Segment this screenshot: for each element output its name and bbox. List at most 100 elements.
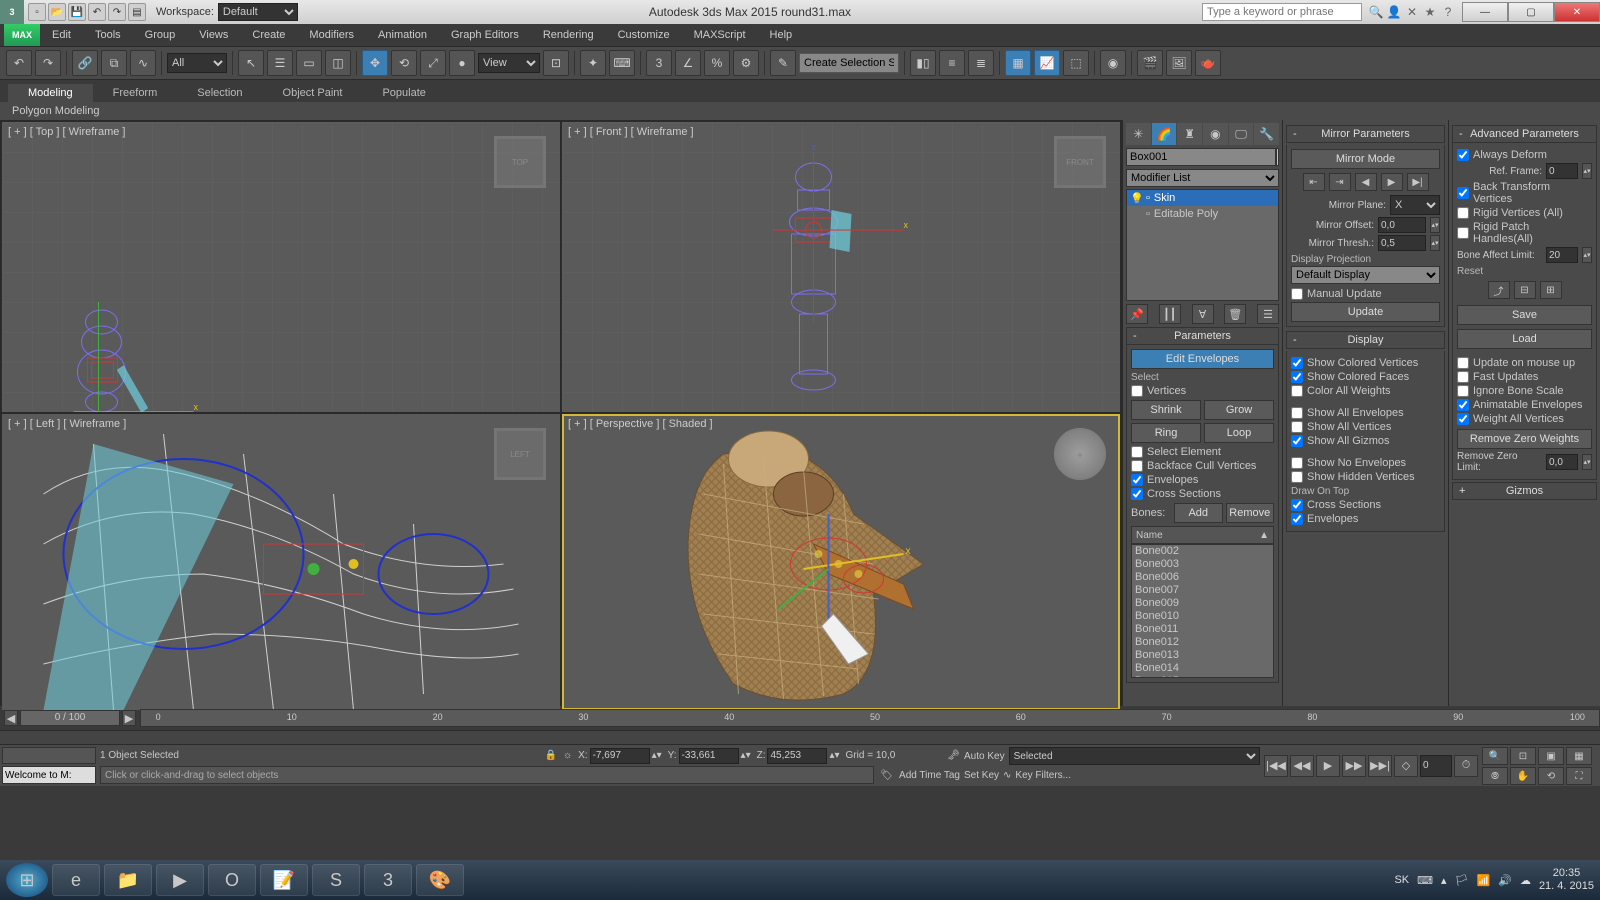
show-colored-verts-checkbox[interactable]: Show Colored Vertices bbox=[1291, 357, 1440, 369]
qat-undo-icon[interactable]: ↶ bbox=[88, 3, 106, 21]
show-hidden-verts-checkbox[interactable]: Show Hidden Vertices bbox=[1291, 471, 1440, 483]
display-rollout-header[interactable]: -Display bbox=[1286, 331, 1445, 349]
list-item[interactable]: Bone007 bbox=[1132, 584, 1273, 597]
select-element-checkbox[interactable]: Select Element bbox=[1131, 446, 1274, 458]
gizmos-rollout-header[interactable]: +Gizmos bbox=[1452, 482, 1597, 500]
bone-list[interactable]: Bone002 Bone003 Bone006 Bone007 Bone009 … bbox=[1131, 544, 1274, 678]
reset-env-icon[interactable]: ⊞ bbox=[1540, 281, 1562, 299]
tray-chevron-icon[interactable]: ▴ bbox=[1441, 874, 1447, 887]
fov-icon[interactable]: ⦾ bbox=[1482, 767, 1508, 785]
window-crossing-button[interactable]: ◫ bbox=[325, 50, 351, 76]
mirror-offset-input[interactable] bbox=[1378, 217, 1426, 233]
add-time-tag[interactable]: Add Time Tag bbox=[899, 770, 960, 781]
layers-button[interactable]: ≣ bbox=[968, 50, 994, 76]
percent-snap-button[interactable]: % bbox=[704, 50, 730, 76]
edit-envelopes-button[interactable]: Edit Envelopes bbox=[1131, 349, 1274, 369]
select-name-button[interactable]: ☰ bbox=[267, 50, 293, 76]
spinner-icon[interactable]: ▴▾ bbox=[1582, 454, 1592, 470]
redo-button[interactable]: ↷ bbox=[35, 50, 61, 76]
show-all-verts-checkbox[interactable]: Show All Vertices bbox=[1291, 421, 1440, 433]
taskbar-paint-icon[interactable]: 🎨 bbox=[416, 864, 464, 896]
prev-frame-icon[interactable]: ◀ bbox=[4, 710, 18, 726]
qat-project-icon[interactable]: ▤ bbox=[128, 3, 146, 21]
play-icon[interactable]: ▶ bbox=[1316, 755, 1340, 777]
zoom-extents-all-icon[interactable]: ▦ bbox=[1566, 747, 1592, 765]
help-search-input[interactable] bbox=[1202, 3, 1362, 21]
zoom-all-icon[interactable]: ⊡ bbox=[1510, 747, 1536, 765]
spinner-icon[interactable]: ▴▾ bbox=[1582, 163, 1592, 179]
mirror-last-icon[interactable]: ▶| bbox=[1407, 173, 1429, 191]
menu-animation[interactable]: Animation bbox=[366, 24, 439, 46]
save-button[interactable]: Save bbox=[1457, 305, 1592, 325]
tray-volume-icon[interactable]: 🔊 bbox=[1498, 874, 1512, 887]
weight-all-checkbox[interactable]: Weight All Vertices bbox=[1457, 413, 1592, 425]
tray-network-icon[interactable]: 📶 bbox=[1477, 874, 1491, 887]
taskbar-media-icon[interactable]: ▶ bbox=[156, 864, 204, 896]
taskbar-ie-icon[interactable]: e bbox=[52, 864, 100, 896]
show-colored-faces-checkbox[interactable]: Show Colored Faces bbox=[1291, 371, 1440, 383]
qat-redo-icon[interactable]: ↷ bbox=[108, 3, 126, 21]
taskbar-opera-icon[interactable]: O bbox=[208, 864, 256, 896]
grow-button[interactable]: Grow bbox=[1204, 400, 1274, 420]
spinner-icon[interactable]: ▴▾ bbox=[1430, 217, 1440, 233]
render-frame-button[interactable]: 🖼 bbox=[1166, 50, 1192, 76]
list-item[interactable]: Bone014 bbox=[1132, 662, 1273, 675]
create-tab-icon[interactable]: ✳ bbox=[1126, 123, 1151, 145]
object-name-input[interactable] bbox=[1126, 148, 1276, 166]
list-item[interactable]: Bone012 bbox=[1132, 636, 1273, 649]
prompt-line[interactable] bbox=[100, 766, 874, 784]
next-frame-icon[interactable]: ▶ bbox=[122, 710, 136, 726]
modifier-list-select[interactable]: Modifier List bbox=[1126, 169, 1279, 187]
tab-modeling[interactable]: Modeling bbox=[8, 84, 93, 102]
named-selset-edit-button[interactable]: ✎ bbox=[770, 50, 796, 76]
windows-taskbar[interactable]: ⊞ e 📁 ▶ O 📝 S 3 🎨 SK ⌨ ▴ 🏳 📶 🔊 ☁ 20:3521… bbox=[0, 860, 1600, 900]
render-setup-button[interactable]: 🎬 bbox=[1137, 50, 1163, 76]
mirror-paste-green-icon[interactable]: ⇤ bbox=[1303, 173, 1325, 191]
tray-input-icon[interactable]: ⌨ bbox=[1417, 874, 1433, 887]
pan-icon[interactable]: ✋ bbox=[1510, 767, 1536, 785]
mirror-next-icon[interactable]: ▶ bbox=[1381, 173, 1403, 191]
prev-key-icon[interactable]: ◀◀ bbox=[1290, 755, 1314, 777]
fast-updates-checkbox[interactable]: Fast Updates bbox=[1457, 371, 1592, 383]
lightbulb-icon[interactable]: 💡 bbox=[1130, 192, 1142, 205]
spinner-icon[interactable]: ▴▾ bbox=[652, 750, 662, 761]
x-coord-input[interactable] bbox=[590, 748, 650, 764]
maximize-vp-icon[interactable]: ⛶ bbox=[1566, 767, 1592, 785]
tab-objectpaint[interactable]: Object Paint bbox=[263, 84, 363, 102]
taskbar-notes-icon[interactable]: 📝 bbox=[260, 864, 308, 896]
goto-end-icon[interactable]: ▶▶| bbox=[1368, 755, 1392, 777]
mirror-button[interactable]: ▮▯ bbox=[910, 50, 936, 76]
tab-selection[interactable]: Selection bbox=[177, 84, 262, 102]
viewport-persp-label[interactable]: [ + ] [ Perspective ] [ Shaded ] bbox=[568, 418, 713, 430]
snap-button[interactable]: 3 bbox=[646, 50, 672, 76]
menu-group[interactable]: Group bbox=[133, 24, 188, 46]
menu-edit[interactable]: Edit bbox=[40, 24, 83, 46]
align-button[interactable]: ≡ bbox=[939, 50, 965, 76]
advanced-rollout-header[interactable]: -Advanced Parameters bbox=[1452, 125, 1597, 143]
curve-editor-button[interactable]: 📈 bbox=[1034, 50, 1060, 76]
remove-bone-button[interactable]: Remove bbox=[1226, 503, 1275, 523]
spinner-icon[interactable]: ▴▾ bbox=[829, 750, 839, 761]
list-item[interactable]: Bone006 bbox=[1132, 571, 1273, 584]
mirror-plane-select[interactable]: X bbox=[1390, 195, 1440, 215]
show-all-gizmos-checkbox[interactable]: Show All Gizmos bbox=[1291, 435, 1440, 447]
signin-icon[interactable]: 👤 bbox=[1386, 4, 1402, 20]
app-logo[interactable]: 3 bbox=[0, 0, 24, 24]
close-button[interactable]: ✕ bbox=[1554, 2, 1600, 22]
ribbon-toggle-button[interactable]: ▦ bbox=[1005, 50, 1031, 76]
time-ruler[interactable]: 0 10 20 30 40 50 60 70 80 90 100 bbox=[140, 709, 1600, 727]
list-item[interactable]: Bone009 bbox=[1132, 597, 1273, 610]
orbit-icon[interactable]: ⟲ bbox=[1538, 767, 1564, 785]
tab-freeform[interactable]: Freeform bbox=[93, 84, 178, 102]
isolate-icon[interactable]: ☼ bbox=[563, 750, 572, 761]
envelopes-top-checkbox[interactable]: Envelopes bbox=[1291, 513, 1440, 525]
time-slider[interactable]: ◀ 0 / 100 ▶ 0 10 20 30 40 50 60 70 80 90… bbox=[0, 706, 1600, 730]
bone-list-header[interactable]: Name▲ bbox=[1131, 526, 1274, 544]
taskbar-explorer-icon[interactable]: 📁 bbox=[104, 864, 152, 896]
manual-update-checkbox[interactable]: Manual Update bbox=[1291, 288, 1440, 300]
spinner-icon[interactable]: ▴▾ bbox=[1430, 235, 1440, 251]
angle-snap-button[interactable]: ∠ bbox=[675, 50, 701, 76]
list-item[interactable]: Bone002 bbox=[1132, 545, 1273, 558]
hierarchy-tab-icon[interactable]: ♜ bbox=[1177, 123, 1202, 145]
add-bone-button[interactable]: Add bbox=[1174, 503, 1223, 523]
